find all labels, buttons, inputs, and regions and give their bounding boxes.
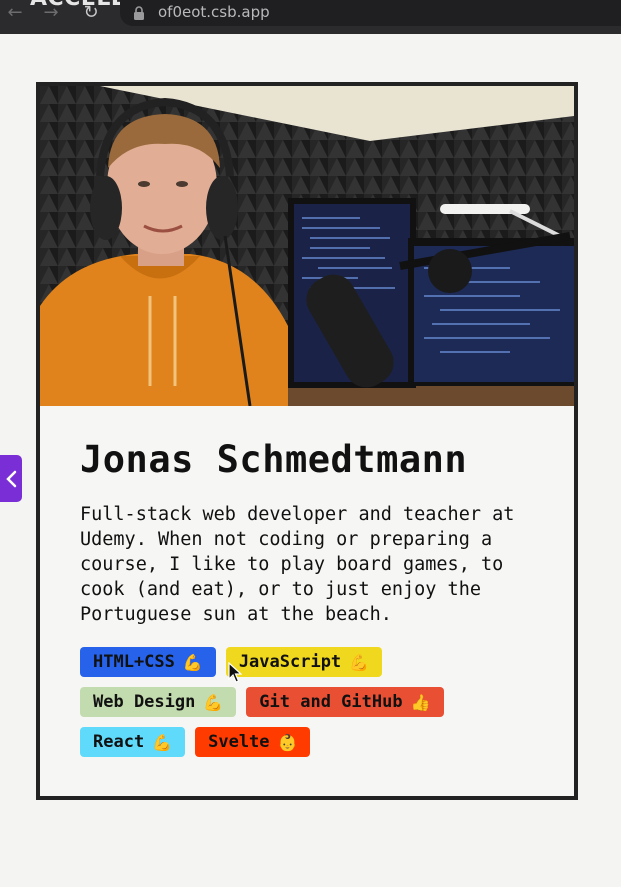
skill-label: React xyxy=(93,732,145,752)
mouse-cursor-icon xyxy=(228,662,242,683)
profile-name: Jonas Schmedtmann xyxy=(80,438,468,481)
lock-icon xyxy=(134,6,144,20)
skill-tag: Git and GitHub 👍 xyxy=(246,687,444,717)
avatar-photo xyxy=(40,86,574,406)
skill-label: Svelte xyxy=(208,732,270,752)
arrow-right-icon[interactable]: → xyxy=(40,2,62,24)
skill-tag: React 💪 xyxy=(80,727,186,757)
skill-label: Git and GitHub xyxy=(259,692,403,712)
skill-label: HTML+CSS xyxy=(93,652,175,672)
profile-bio: Full-stack web developer and teacher at … xyxy=(80,504,515,625)
skill-tag: JavaScript 💪 xyxy=(225,647,383,677)
skill-emoji: 💪 xyxy=(203,692,224,712)
sidebar-toggle-button[interactable] xyxy=(0,455,22,502)
browser-chrome: ACCELERATED: Profile Card (v1) ← → ↻ of0… xyxy=(0,0,621,34)
skill-label: Web Design xyxy=(93,692,196,712)
chevron-left-icon xyxy=(6,470,17,487)
avatar xyxy=(40,86,574,406)
skill-tag: Svelte 👶 xyxy=(195,727,311,757)
url-text: of0eot.csb.app xyxy=(158,3,270,21)
skill-list: HTML+CSS 💪 JavaScript 💪 Web Design 💪 Git and G… xyxy=(80,647,550,767)
skill-emoji: 💪 xyxy=(182,652,203,672)
arrow-left-icon[interactable]: ← xyxy=(4,2,26,24)
card-body: Jonas Schmedtmann Full-stack web develop… xyxy=(80,438,540,767)
address-bar[interactable]: of0eot.csb.app xyxy=(120,0,621,26)
skill-label: JavaScript xyxy=(238,652,342,672)
skill-tag: Web Design 💪 xyxy=(80,687,237,717)
skill-tag: HTML+CSS 💪 xyxy=(80,647,216,677)
skill-emoji: 👶 xyxy=(277,732,298,752)
profile-card: Jonas Schmedtmann Full-stack web develop… xyxy=(36,82,578,800)
skill-emoji: 👍 xyxy=(410,692,431,712)
reload-icon[interactable]: ↻ xyxy=(80,2,102,24)
skill-emoji: 💪 xyxy=(152,732,173,752)
skill-emoji: 💪 xyxy=(349,652,370,672)
